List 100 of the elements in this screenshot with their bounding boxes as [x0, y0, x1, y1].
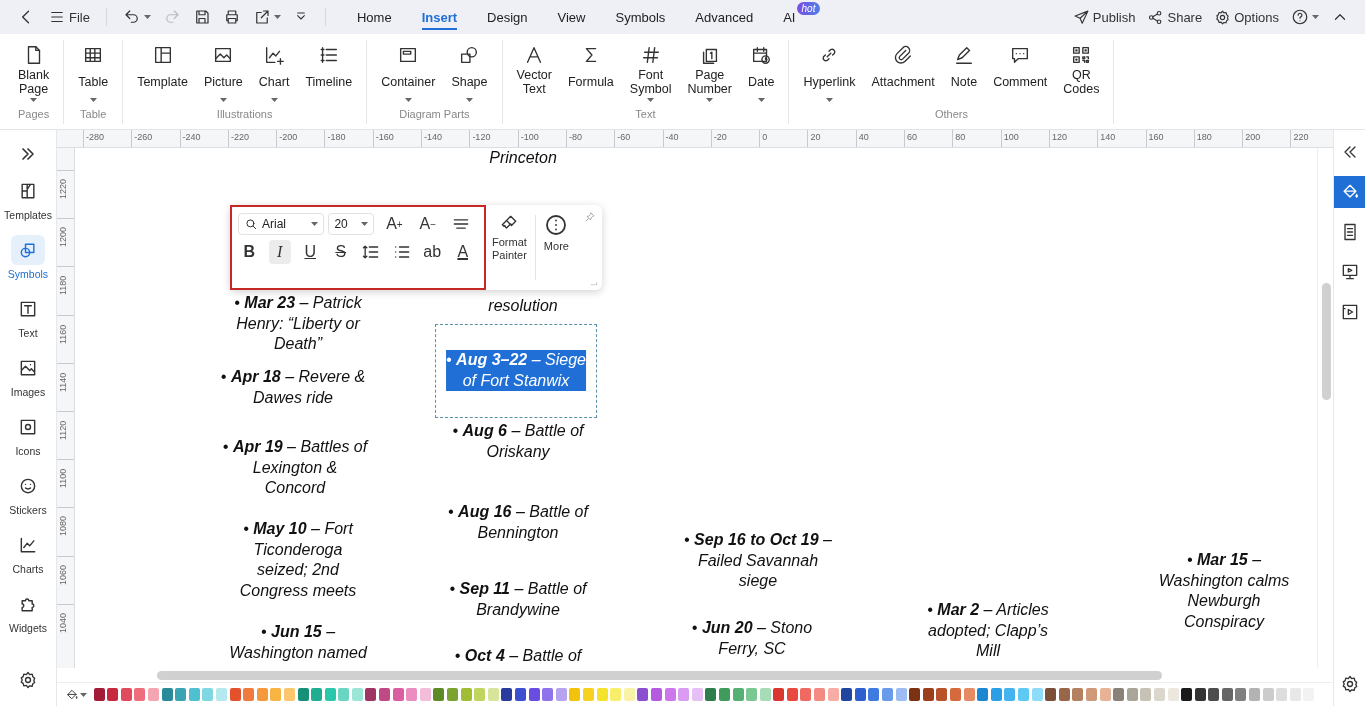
- ribbon-tab[interactable]: Insert: [406, 0, 473, 34]
- toolbar-button[interactable]: Share: [1141, 4, 1209, 30]
- color-swatch[interactable]: [895, 688, 907, 701]
- color-swatch[interactable]: [487, 688, 499, 701]
- color-swatch[interactable]: [528, 688, 540, 701]
- color-swatch[interactable]: [1140, 688, 1152, 701]
- color-swatch[interactable]: [814, 688, 826, 701]
- color-swatch[interactable]: [650, 688, 662, 701]
- color-swatch[interactable]: [515, 688, 526, 701]
- color-swatch[interactable]: [460, 688, 472, 701]
- sidebar-item[interactable]: Icons: [1, 408, 55, 461]
- toolbar-button[interactable]: Options: [1208, 4, 1285, 30]
- timeline-text[interactable]: • Aug 16 – Battle of Bennington: [448, 502, 588, 543]
- ribbon-tab[interactable]: View: [542, 0, 601, 34]
- color-swatch[interactable]: [1208, 688, 1220, 701]
- sidebar-item[interactable]: Charts: [1, 526, 55, 579]
- color-swatch[interactable]: [569, 688, 581, 701]
- timeline-text[interactable]: resolution: [488, 296, 558, 317]
- color-swatch[interactable]: [1017, 688, 1029, 701]
- color-swatch[interactable]: [338, 688, 350, 701]
- color-swatch[interactable]: [270, 688, 282, 701]
- color-swatch[interactable]: [1058, 688, 1070, 701]
- color-swatch[interactable]: [161, 688, 173, 701]
- ribbon-button[interactable]: QR Codes: [1055, 40, 1108, 108]
- color-swatch[interactable]: [596, 688, 608, 701]
- color-swatch[interactable]: [582, 688, 594, 701]
- ribbon-button[interactable]: Picture: [195, 40, 251, 108]
- color-swatch[interactable]: [243, 688, 255, 701]
- sidebar-item[interactable]: Widgets: [1, 585, 55, 638]
- color-swatch[interactable]: [746, 688, 758, 701]
- color-swatch[interactable]: [841, 688, 853, 701]
- color-swatch[interactable]: [93, 688, 105, 701]
- font-size-field[interactable]: 20: [328, 213, 374, 235]
- color-swatch[interactable]: [610, 688, 622, 701]
- timeline-text[interactable]: • Apr 18 – Revere & Dawes ride: [220, 367, 366, 408]
- ribbon-button[interactable]: Template: [129, 40, 196, 108]
- color-swatch[interactable]: [1276, 688, 1288, 701]
- color-swatch[interactable]: [678, 688, 690, 701]
- ribbon-button[interactable]: Formula: [559, 40, 622, 108]
- color-swatch[interactable]: [1235, 688, 1247, 701]
- timeline-text[interactable]: • Mar 23 – Patrick Henry: “Liberty or Death”: [234, 293, 362, 355]
- ribbon-button[interactable]: Table: [70, 40, 117, 108]
- sidebar-item[interactable]: Stickers: [1, 467, 55, 520]
- color-swatch[interactable]: [555, 688, 567, 701]
- ribbon-button[interactable]: Page Number: [679, 40, 740, 108]
- timeline-text[interactable]: • Jun 20 – Stono Ferry, SC: [691, 618, 813, 659]
- color-swatch[interactable]: [1113, 688, 1125, 701]
- toolbar-button[interactable]: Publish: [1066, 4, 1142, 30]
- color-swatch[interactable]: [705, 688, 717, 701]
- sidebar-item[interactable]: Images: [1, 349, 55, 402]
- ribbon-button[interactable]: Note: [942, 40, 986, 108]
- format-button[interactable]: A: [451, 240, 474, 264]
- color-swatch[interactable]: [1045, 688, 1057, 701]
- color-swatch[interactable]: [868, 688, 880, 701]
- scrollbar-thumb[interactable]: [1322, 283, 1331, 400]
- color-swatch[interactable]: [732, 688, 744, 701]
- color-swatch[interactable]: [1262, 688, 1274, 701]
- sidebar-item[interactable]: Symbols: [1, 231, 55, 284]
- ribbon-tab[interactable]: Advanced: [680, 0, 769, 34]
- color-swatch[interactable]: [392, 688, 404, 701]
- color-swatch[interactable]: [433, 688, 445, 701]
- color-swatch[interactable]: [1181, 688, 1193, 701]
- font-field[interactable]: Arial: [238, 213, 325, 235]
- color-swatch[interactable]: [474, 688, 486, 701]
- color-swatch[interactable]: [501, 688, 513, 701]
- color-swatch[interactable]: [324, 688, 336, 701]
- color-swatch[interactable]: [215, 688, 227, 701]
- color-swatch[interactable]: [379, 688, 391, 701]
- format-button[interactable]: B: [238, 240, 261, 264]
- timeline-text[interactable]: • Oct 4 – Battle of: [454, 646, 582, 667]
- color-swatch[interactable]: [1249, 688, 1261, 701]
- ribbon-button[interactable]: Vector Text: [508, 40, 560, 108]
- timeline-text[interactable]: • Sep 16 to Oct 19 – Failed Savannah siege: [684, 530, 832, 592]
- timeline-text[interactable]: • Apr 19 – Battles of Lexington & Concord: [222, 437, 368, 499]
- format-button[interactable]: I: [268, 240, 291, 264]
- timeline-text[interactable]: • Sep 11 – Battle of Brandywine: [449, 579, 587, 620]
- ribbon-button[interactable]: Attachment: [863, 40, 943, 108]
- color-swatch[interactable]: [1126, 688, 1138, 701]
- ribbon-button[interactable]: Timeline: [297, 40, 361, 108]
- color-swatch[interactable]: [718, 688, 730, 701]
- color-swatch[interactable]: [637, 688, 649, 701]
- ribbon-tab[interactable]: Design: [472, 0, 543, 34]
- sidebar-item[interactable]: Text: [1, 290, 55, 343]
- color-swatch[interactable]: [800, 688, 812, 701]
- color-swatch[interactable]: [447, 688, 459, 701]
- color-swatch[interactable]: [297, 688, 309, 701]
- color-swatch[interactable]: [256, 688, 268, 701]
- timeline-text[interactable]: Princeton: [489, 148, 557, 169]
- color-swatch[interactable]: [773, 688, 785, 701]
- timeline-text[interactable]: • Aug 3–22 – Siege of Fort Stanwix: [446, 350, 586, 391]
- color-swatch[interactable]: [365, 688, 377, 701]
- color-swatch[interactable]: [990, 688, 1002, 701]
- timeline-text[interactable]: • Mar 2 – Articles adopted; Clapp’s Mill: [927, 600, 1049, 662]
- color-swatch[interactable]: [1194, 688, 1206, 701]
- color-swatch[interactable]: [664, 688, 676, 701]
- color-swatch[interactable]: [134, 688, 146, 701]
- ribbon-button[interactable]: Container: [373, 40, 444, 108]
- ribbon-button[interactable]: Blank Page: [10, 40, 58, 108]
- ribbon-button[interactable]: Shape: [443, 40, 496, 108]
- scrollbar-thumb[interactable]: [157, 671, 1162, 680]
